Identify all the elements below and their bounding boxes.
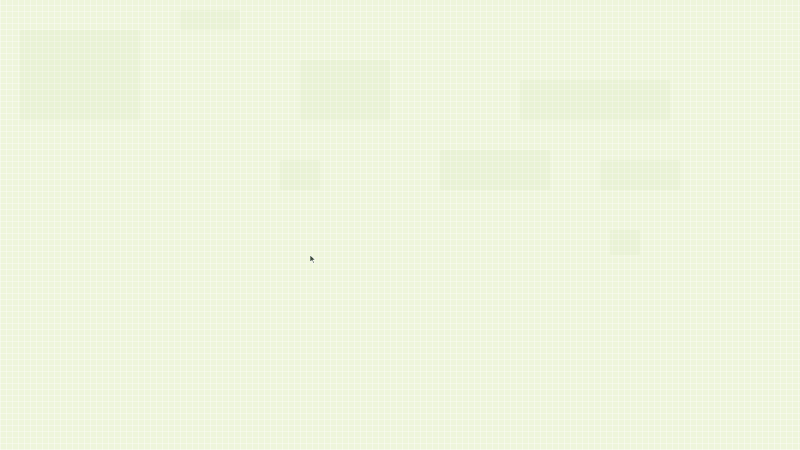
- faint-block: [300, 60, 390, 120]
- faint-block: [600, 160, 680, 190]
- faint-block: [180, 10, 240, 30]
- faint-block: [20, 30, 140, 120]
- faint-block: [280, 160, 320, 190]
- arrow-pointer-icon: [310, 255, 318, 264]
- faint-block: [520, 80, 670, 120]
- faint-block: [440, 150, 550, 190]
- mouse-cursor: [310, 255, 318, 264]
- faint-background-pattern: [0, 0, 800, 450]
- blank-canvas[interactable]: [0, 0, 800, 450]
- faint-block: [610, 230, 640, 255]
